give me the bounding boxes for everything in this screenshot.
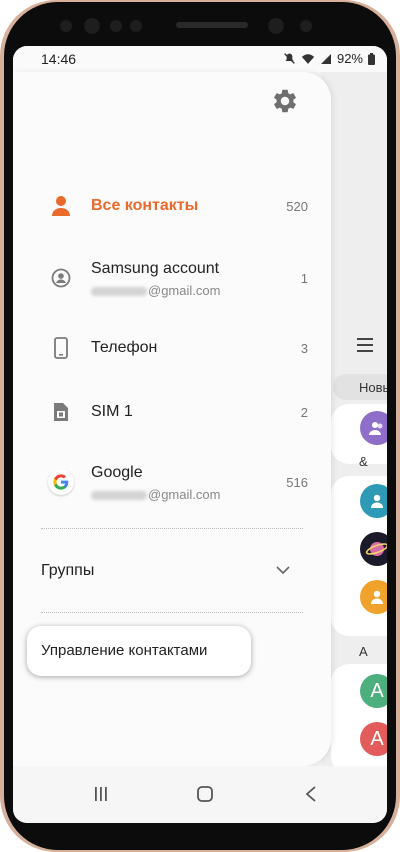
contact-avatar[interactable]: A — [360, 722, 387, 756]
screen: 14:46 92% Новы & — [13, 46, 387, 823]
sensor-dot — [300, 20, 312, 32]
section-header: & — [359, 454, 368, 469]
menu-icon[interactable] — [357, 338, 373, 352]
sim-card-icon — [49, 400, 73, 424]
person-icon — [371, 590, 383, 604]
redacted-email — [91, 287, 147, 297]
section-header: A — [359, 644, 368, 659]
account-circle-icon — [49, 266, 73, 290]
wifi-icon — [301, 53, 315, 64]
contact-count: 3 — [300, 341, 308, 356]
contact-count: 2 — [300, 405, 308, 420]
mute-icon — [284, 53, 295, 64]
contact-count: 520 — [286, 199, 308, 214]
gear-icon[interactable] — [271, 87, 299, 115]
divider — [41, 612, 303, 613]
phone-icon — [49, 336, 73, 360]
groups-label[interactable]: Группы — [41, 562, 94, 580]
account-samsung[interactable]: Samsung account @gmail.com 1 — [13, 248, 331, 308]
battery-percent: 92% — [336, 51, 363, 66]
signal-icon — [320, 53, 331, 64]
account-email: @gmail.com — [91, 487, 220, 502]
person-icon — [371, 494, 383, 508]
phone-frame: 14:46 92% Новы & — [0, 0, 400, 852]
sensor-dot — [60, 20, 72, 32]
contact-avatar[interactable] — [360, 532, 387, 566]
account-google[interactable]: Google @gmail.com 516 — [13, 452, 331, 512]
front-camera-icon — [84, 18, 100, 34]
account-sim1[interactable]: SIM 1 2 — [13, 382, 331, 442]
earpiece-speaker — [176, 22, 248, 28]
contact-count: 1 — [300, 271, 308, 286]
account-phone[interactable]: Телефон 3 — [13, 318, 331, 378]
avatar-letter: A — [370, 679, 384, 702]
status-bar: 14:46 92% — [13, 46, 387, 72]
navigation-drawer: Все контакты 520 Samsung account @gmail.… — [13, 72, 331, 766]
google-icon — [48, 469, 74, 495]
recent-apps-icon[interactable] — [93, 784, 109, 804]
system-nav-bar — [13, 766, 387, 823]
contact-avatar[interactable] — [360, 580, 387, 614]
account-name: Google — [91, 464, 143, 481]
home-icon[interactable] — [195, 784, 215, 804]
account-name: Телефон — [91, 339, 158, 356]
planet-icon — [365, 542, 387, 556]
sensor-dot — [130, 20, 142, 32]
new-contacts-header: Новы — [359, 380, 387, 395]
account-all-contacts[interactable]: Все контакты 520 — [13, 176, 331, 236]
avatar-letter: A — [370, 727, 384, 750]
contact-count: 516 — [286, 475, 308, 490]
contact-avatar[interactable]: A — [360, 674, 387, 708]
redacted-email — [91, 491, 147, 501]
phone-body: 14:46 92% Новы & — [4, 2, 396, 850]
iris-camera-icon — [268, 18, 284, 34]
chevron-down-icon[interactable] — [275, 564, 291, 576]
group-avatar[interactable] — [360, 411, 387, 445]
status-time: 14:46 — [41, 51, 77, 67]
account-name: Все контакты — [91, 197, 199, 214]
divider — [41, 528, 303, 529]
account-email: @gmail.com — [91, 283, 220, 298]
manage-contacts-label: Управление контактами — [41, 642, 208, 659]
manage-contacts-button[interactable]: Управление контактами — [27, 626, 251, 676]
battery-icon — [368, 52, 375, 65]
status-icons: 92% — [283, 51, 375, 66]
account-name: Samsung account — [91, 260, 220, 277]
people-icon — [369, 422, 383, 435]
contact-avatar[interactable] — [360, 484, 387, 518]
back-icon[interactable] — [303, 784, 319, 804]
account-name: SIM 1 — [91, 403, 133, 420]
sensor-dot — [110, 20, 122, 32]
person-icon — [49, 194, 73, 218]
